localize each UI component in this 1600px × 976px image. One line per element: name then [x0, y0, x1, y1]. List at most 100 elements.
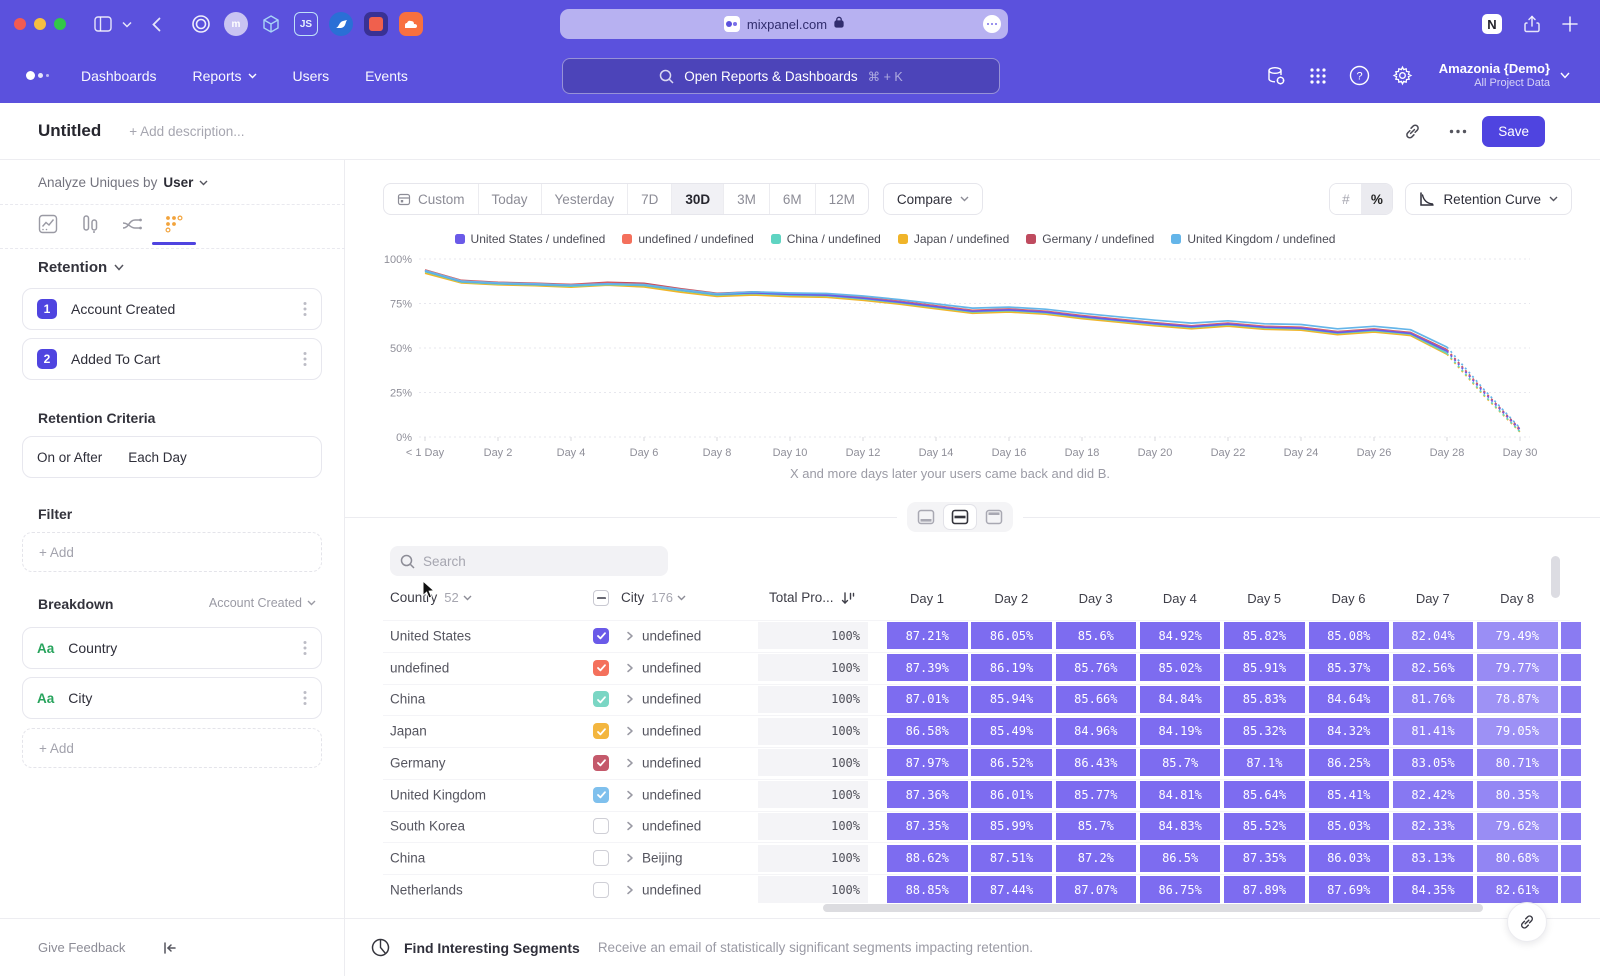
retention-cell[interactable]: 85.7%: [1140, 749, 1221, 776]
retention-cell[interactable]: 80.35%: [1477, 781, 1558, 808]
retention-cell[interactable]: 87.39%: [887, 654, 968, 681]
retention-cell[interactable]: 85.94%: [971, 686, 1052, 713]
extension-rings-icon[interactable]: [189, 12, 213, 36]
page-options-icon[interactable]: [983, 15, 1001, 33]
retention-cell[interactable]: 83.05%: [1393, 749, 1474, 776]
retention-cell[interactable]: 82.33%: [1393, 813, 1474, 840]
retention-cell[interactable]: 88.85%: [887, 876, 968, 903]
retention-cell[interactable]: 85.02%: [1140, 654, 1221, 681]
retention-cell[interactable]: 79.05%: [1477, 718, 1558, 745]
retention-cell[interactable]: 79.62%: [1477, 813, 1558, 840]
retention-cell[interactable]: 84.83%: [1140, 813, 1221, 840]
chevron-right-icon[interactable]: [626, 821, 634, 831]
nav-events[interactable]: Events: [365, 68, 408, 84]
retention-cell[interactable]: 84.92%: [1140, 622, 1221, 649]
tab-retention-icon[interactable]: [162, 212, 186, 236]
sidebar-toggle-icon[interactable]: [94, 16, 112, 32]
retention-cell[interactable]: 82.61%: [1477, 876, 1558, 903]
retention-cell[interactable]: 86.19%: [971, 654, 1052, 681]
retention-cell[interactable]: 81.76%: [1393, 686, 1474, 713]
report-title[interactable]: Untitled: [38, 121, 101, 141]
retention-cell[interactable]: 82.56%: [1393, 654, 1474, 681]
retention-section-header[interactable]: Retention: [38, 259, 124, 276]
collapse-sidebar-icon[interactable]: [163, 941, 177, 955]
extension-bird-icon[interactable]: [329, 12, 353, 36]
retention-cell[interactable]: 86.75%: [1140, 876, 1221, 903]
breakdown-property-label[interactable]: Country: [68, 640, 117, 656]
retention-cell[interactable]: 79.49%: [1477, 622, 1558, 649]
retention-cell[interactable]: 85.52%: [1224, 813, 1305, 840]
row-checkbox[interactable]: [593, 755, 609, 771]
chevron-down-icon[interactable]: [122, 21, 132, 28]
analyze-uniques-selector[interactable]: Analyze Uniques by User: [38, 175, 208, 190]
retention-cell[interactable]: 84.96%: [1056, 718, 1137, 745]
retention-cell[interactable]: 85.66%: [1056, 686, 1137, 713]
retention-cell[interactable]: 87.44%: [971, 876, 1052, 903]
chevron-right-icon[interactable]: [626, 758, 634, 768]
retention-step-2[interactable]: 2Added To Cart: [22, 338, 322, 380]
retention-cell[interactable]: 84.19%: [1140, 718, 1221, 745]
retention-cell[interactable]: 86.58%: [887, 718, 968, 745]
segments-title[interactable]: Find Interesting Segments: [404, 940, 580, 956]
row-checkbox[interactable]: [593, 628, 609, 644]
retention-cell[interactable]: 87.01%: [887, 686, 968, 713]
retention-cell[interactable]: 85.77%: [1056, 781, 1137, 808]
retention-cell[interactable]: 86.25%: [1309, 749, 1390, 776]
chevron-right-icon[interactable]: [626, 885, 634, 895]
retention-cell[interactable]: 84.32%: [1309, 718, 1390, 745]
criteria-interval[interactable]: Each Day: [128, 450, 187, 465]
settings-gear-icon[interactable]: [1392, 65, 1413, 86]
retention-cell[interactable]: 84.35%: [1393, 876, 1474, 903]
retention-cell[interactable]: 83.13%: [1393, 845, 1474, 872]
tab-insights-icon[interactable]: [36, 212, 60, 236]
mixpanel-logo[interactable]: [26, 71, 49, 80]
tab-funnels-icon[interactable]: [78, 212, 102, 236]
retention-cell[interactable]: 85.37%: [1309, 654, 1390, 681]
retention-cell[interactable]: 87.1%: [1224, 749, 1305, 776]
retention-cell[interactable]: 86.5%: [1140, 845, 1221, 872]
breakdown-event-selector[interactable]: Account Created: [209, 596, 316, 610]
nav-reports[interactable]: Reports: [193, 68, 257, 84]
copy-link-icon[interactable]: [1403, 122, 1422, 141]
step-event-label[interactable]: Added To Cart: [71, 351, 160, 367]
nav-users[interactable]: Users: [293, 68, 330, 84]
retention-cell[interactable]: 80.68%: [1477, 845, 1558, 872]
data-management-icon[interactable]: [1265, 65, 1287, 87]
retention-cell[interactable]: 87.35%: [887, 813, 968, 840]
retention-cell[interactable]: 81.41%: [1393, 718, 1474, 745]
add-breakdown-button[interactable]: + Add: [22, 728, 322, 768]
retention-cell[interactable]: 86.03%: [1309, 845, 1390, 872]
row-checkbox[interactable]: [593, 882, 609, 898]
retention-cell[interactable]: 85.32%: [1224, 718, 1305, 745]
window-close-button[interactable]: [14, 18, 26, 30]
retention-cell[interactable]: 85.99%: [971, 813, 1052, 840]
retention-step-1[interactable]: 1Account Created: [22, 288, 322, 330]
kebab-menu-icon[interactable]: [303, 351, 307, 367]
retention-cell[interactable]: 85.08%: [1309, 622, 1390, 649]
retention-cell[interactable]: 86.52%: [971, 749, 1052, 776]
retention-cell[interactable]: 80.71%: [1477, 749, 1558, 776]
retention-cell[interactable]: 85.82%: [1224, 622, 1305, 649]
retention-cell[interactable]: 84.81%: [1140, 781, 1221, 808]
row-checkbox[interactable]: [593, 818, 609, 834]
step-event-label[interactable]: Account Created: [71, 301, 175, 317]
help-icon[interactable]: ?: [1349, 65, 1370, 86]
chevron-right-icon[interactable]: [626, 694, 634, 704]
breakdown-property-label[interactable]: City: [68, 690, 92, 706]
kebab-menu-icon[interactable]: [303, 690, 307, 706]
chevron-right-icon[interactable]: [626, 790, 634, 800]
retention-cell[interactable]: 87.51%: [971, 845, 1052, 872]
retention-cell[interactable]: 87.97%: [887, 749, 968, 776]
retention-cell[interactable]: 85.83%: [1224, 686, 1305, 713]
notion-extension-icon[interactable]: N: [1482, 14, 1502, 34]
retention-cell[interactable]: 85.76%: [1056, 654, 1137, 681]
retention-cell[interactable]: 78.87%: [1477, 686, 1558, 713]
retention-cell[interactable]: 86.43%: [1056, 749, 1137, 776]
retention-cell[interactable]: 85.03%: [1309, 813, 1390, 840]
more-options-icon[interactable]: [1449, 129, 1467, 134]
add-description[interactable]: + Add description...: [129, 124, 244, 139]
new-tab-icon[interactable]: [1562, 16, 1578, 32]
retention-cell[interactable]: 87.2%: [1056, 845, 1137, 872]
retention-cell[interactable]: 85.49%: [971, 718, 1052, 745]
retention-cell[interactable]: 87.69%: [1309, 876, 1390, 903]
